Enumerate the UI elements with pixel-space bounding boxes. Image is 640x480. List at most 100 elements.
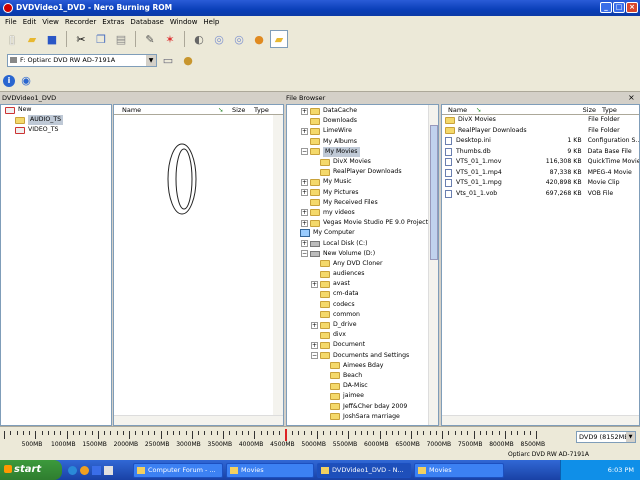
open-icon[interactable]: ▰ <box>23 30 41 48</box>
column-type[interactable]: Type <box>250 105 280 114</box>
firefox-icon[interactable] <box>80 465 89 475</box>
copy-disc-icon[interactable]: ◐ <box>190 30 208 48</box>
file-browser-close-icon[interactable]: × <box>628 92 638 104</box>
file-browser-list[interactable]: Name ➘ Size Type DivX Movies File Folder R… <box>441 104 640 426</box>
start-button[interactable]: start <box>0 460 62 480</box>
tree-vertical-scrollbar[interactable] <box>428 105 438 425</box>
task-nero[interactable]: DVDVideo1_DVD - N... <box>317 462 411 478</box>
file-browser-icon[interactable]: ▰ <box>270 30 288 48</box>
task-movies-2[interactable]: Movies <box>414 462 504 478</box>
tree-item[interactable]: Jeff&Cher bday 2009 <box>287 401 428 411</box>
burn-icon[interactable]: ✶ <box>161 30 179 48</box>
tree-item[interactable]: Any DVD Cloner <box>287 259 428 269</box>
expander-icon[interactable]: + <box>311 341 318 349</box>
tree-item[interactable]: Aimees Bday <box>287 361 428 371</box>
expander-icon[interactable]: + <box>301 127 308 135</box>
media-icon[interactable] <box>104 465 113 475</box>
tree-item[interactable]: + my videos <box>287 208 428 218</box>
expander-icon[interactable]: + <box>301 107 308 115</box>
erase-disc-icon[interactable]: ◎ <box>230 30 248 48</box>
file-row[interactable]: VTS_01_1.mov 116,308 KB QuickTime Movie <box>442 157 639 168</box>
column-size[interactable]: Size <box>228 105 250 114</box>
disc-info-icon[interactable]: ◎ <box>210 30 228 48</box>
file-row[interactable]: VTS_01_1.mpg 420,898 KB Movie Clip <box>442 178 639 189</box>
minimize-button[interactable]: _ <box>600 2 612 13</box>
disc-icon[interactable]: ● <box>179 51 197 69</box>
expander-icon[interactable]: + <box>301 209 308 217</box>
expander-icon[interactable]: − <box>301 148 308 156</box>
expander-icon[interactable]: + <box>301 189 308 197</box>
compilation-file-list[interactable]: Name ➘ Size Type <box>113 104 284 426</box>
tree-item[interactable]: + avast <box>287 279 428 289</box>
ie-icon[interactable] <box>68 465 77 475</box>
expander-icon[interactable]: − <box>301 250 308 258</box>
tree-item[interactable]: cm-data <box>287 289 428 299</box>
file-row[interactable]: Desktop.ini 1 KB Configuration S... <box>442 136 639 147</box>
menu-view[interactable]: View <box>39 16 62 28</box>
tree-item[interactable]: My Received Files <box>287 198 428 208</box>
tree-item[interactable]: My Computer <box>287 228 428 238</box>
tree-item-new[interactable]: New <box>1 105 111 115</box>
file-row[interactable]: Vts_01_1.vob 697,268 KB VOB File <box>442 189 639 200</box>
paste-icon[interactable]: ▤ <box>112 30 130 48</box>
close-button[interactable]: × <box>626 2 638 13</box>
expander-icon[interactable]: − <box>311 352 318 360</box>
disc-type-select[interactable]: DVD9 (8152MB ▼ <box>576 431 636 443</box>
expander-icon[interactable]: + <box>301 240 308 248</box>
chevron-down-icon[interactable]: ▼ <box>626 432 635 442</box>
copy-icon[interactable]: ❐ <box>92 30 110 48</box>
compilation-info-icon[interactable]: ✎ <box>141 30 159 48</box>
maximize-button[interactable]: □ <box>613 2 625 13</box>
horizontal-scrollbar[interactable] <box>114 415 283 425</box>
tree-item[interactable]: audiences <box>287 269 428 279</box>
file-row[interactable]: DivX Movies File Folder <box>442 115 639 126</box>
tree-item[interactable]: + Local Disk (C:) <box>287 238 428 248</box>
new-icon[interactable]: ▯ <box>3 30 21 48</box>
column-type[interactable]: Type <box>596 105 636 114</box>
cut-icon[interactable]: ✂ <box>72 30 90 48</box>
menu-window[interactable]: Window <box>167 16 201 28</box>
tree-item-audio-ts[interactable]: AUDIO_TS <box>1 115 111 126</box>
tree-item[interactable]: DivX Movies <box>287 157 428 167</box>
menu-database[interactable]: Database <box>127 16 166 28</box>
eject-icon[interactable]: ● <box>250 30 268 48</box>
file-row[interactable]: Thumbs.db 9 KB Data Base File <box>442 147 639 158</box>
menu-recorder[interactable]: Recorder <box>62 16 99 28</box>
info-icon[interactable]: i <box>3 74 15 87</box>
column-name[interactable]: Name <box>114 105 214 114</box>
expander-icon[interactable]: + <box>311 280 318 288</box>
compilation-tree[interactable]: New AUDIO_TS VIDEO_TS <box>0 104 112 426</box>
tree-item[interactable]: + D_drive <box>287 320 428 330</box>
scrollbar-thumb[interactable] <box>430 125 438 260</box>
horizontal-scrollbar[interactable] <box>442 415 639 425</box>
tree-item[interactable]: divx <box>287 330 428 340</box>
vertical-scrollbar[interactable] <box>273 115 283 415</box>
tree-item[interactable]: Downloads <box>287 116 428 126</box>
expander-icon[interactable]: + <box>301 219 308 227</box>
task-computer-forum[interactable]: Computer Forum - ... <box>133 462 223 478</box>
column-size[interactable]: Size <box>556 105 596 114</box>
tree-item[interactable]: codecs <box>287 300 428 310</box>
window-titlebar[interactable]: DVDVideo1_DVD - Nero Burning ROM _ □ × <box>0 0 640 16</box>
chevron-down-icon[interactable]: ▼ <box>146 54 156 66</box>
help-search-icon[interactable]: ◉ <box>17 72 35 90</box>
drive-select[interactable]: F: Optiarc DVD RW AD-7191A ▼ <box>7 53 157 67</box>
file-browser-tree[interactable]: + DataCache Downloads + LimeWire My Albums − My… <box>286 104 439 426</box>
recorder-icon[interactable]: ▭ <box>159 51 177 69</box>
tree-item[interactable]: − My Movies <box>287 146 428 157</box>
file-row[interactable]: RealPlayer Downloads File Folder <box>442 126 639 137</box>
expander-icon[interactable]: + <box>311 321 318 329</box>
menu-help[interactable]: Help <box>200 16 222 28</box>
tree-item[interactable]: JoshSara marriage <box>287 412 428 422</box>
menu-edit[interactable]: Edit <box>20 16 40 28</box>
tree-item[interactable]: DA-Misc <box>287 381 428 391</box>
tree-item[interactable]: jaimee <box>287 391 428 401</box>
tree-item[interactable]: + LimeWire <box>287 126 428 136</box>
word-icon[interactable] <box>92 465 101 475</box>
tree-item[interactable]: Beach <box>287 371 428 381</box>
tree-item[interactable]: common <box>287 310 428 320</box>
file-row[interactable]: VTS_01_1.mp4 87,338 KB MPEG-4 Movie <box>442 168 639 179</box>
expander-icon[interactable]: + <box>301 178 308 186</box>
save-icon[interactable]: ■ <box>43 30 61 48</box>
tree-item[interactable]: RealPlayer Downloads <box>287 167 428 177</box>
